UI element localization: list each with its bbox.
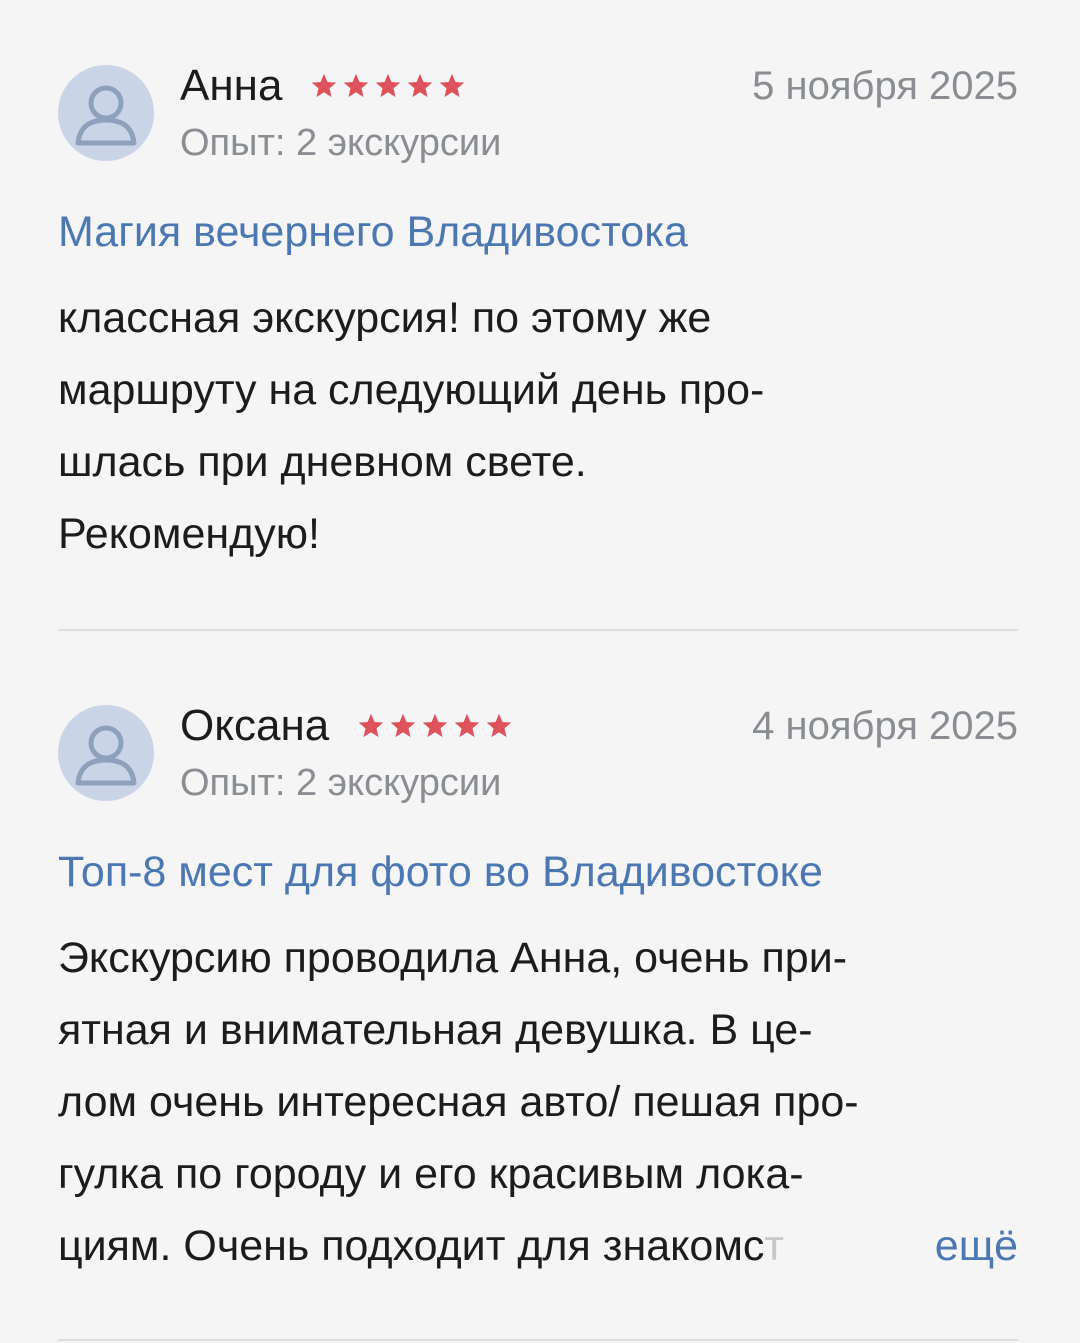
- author-experience: Опыт: 2 экскурсии: [180, 122, 502, 164]
- review-text-line: лом очень интересная авто/ пешая про-: [58, 1078, 859, 1126]
- review-text-line: гулка по городу и его красивым лока-: [58, 1150, 804, 1198]
- star-icon: [440, 73, 465, 98]
- review-text-line: циям. Очень подходит для знакомс: [58, 1222, 765, 1270]
- star-icon: [358, 713, 384, 738]
- review-header: Оксана 4 ноября 2025 Опыт: 2 экскурсии: [58, 690, 1018, 820]
- user-placeholder-icon: [58, 65, 154, 161]
- divider: [58, 629, 1018, 631]
- review-text-line: шлась при дневном свете.: [58, 438, 587, 486]
- author-experience: Опыт: 2 экскурсии: [180, 762, 502, 804]
- review-header: Анна 5 ноября 2025 Опыт: 2 экскурсии: [58, 50, 1018, 180]
- tour-title-link[interactable]: Топ-8 мест для фото во Владивостоке: [58, 842, 1018, 902]
- review-text-line: Экскурсию проводила Анна, очень при-: [58, 934, 848, 982]
- review-text-faded-tail: т: [764, 1222, 785, 1270]
- review-text-line: Рекомендую!: [58, 510, 320, 558]
- author-name: Анна: [180, 61, 283, 110]
- star-icon: [390, 713, 416, 738]
- author-row: Анна: [180, 58, 466, 114]
- star-icon: [454, 713, 480, 738]
- user-placeholder-icon: [58, 705, 154, 801]
- review-text-line-truncated: циям. Очень подходит для знакомст ещё: [58, 1210, 1018, 1282]
- review-date: 5 ноября 2025: [752, 64, 1018, 108]
- review-text-line: маршруту на следующий день про-: [58, 366, 765, 414]
- author-row: Оксана: [180, 698, 513, 754]
- divider: [58, 1339, 1018, 1341]
- tour-title-link[interactable]: Магия вечернего Владивостока: [58, 202, 1018, 262]
- star-icon: [408, 73, 433, 98]
- rating-stars: [357, 698, 513, 754]
- author-name: Оксана: [180, 701, 330, 750]
- review-text-line: классная экскурсия! по этому же: [58, 294, 712, 342]
- star-icon: [486, 713, 512, 738]
- review-text: классная экскурсия! по этому же маршруту…: [58, 282, 1018, 570]
- star-icon: [312, 73, 337, 98]
- star-icon: [344, 73, 369, 98]
- star-icon: [376, 73, 401, 98]
- review-card: Анна 5 ноября 2025 Опыт: 2 экскурсии Маг…: [58, 50, 1018, 570]
- review-card: Оксана 4 ноября 2025 Опыт: 2 экскурсии Т…: [58, 690, 1018, 1282]
- show-more-link[interactable]: ещё: [928, 1210, 1018, 1282]
- review-text: Экскурсию проводила Анна, очень при- ятн…: [58, 922, 1018, 1282]
- star-icon: [422, 713, 448, 738]
- review-text-line: ятная и внимательная девушка. В це-: [58, 1006, 813, 1054]
- review-date: 4 ноября 2025: [752, 704, 1018, 748]
- rating-stars: [310, 58, 466, 114]
